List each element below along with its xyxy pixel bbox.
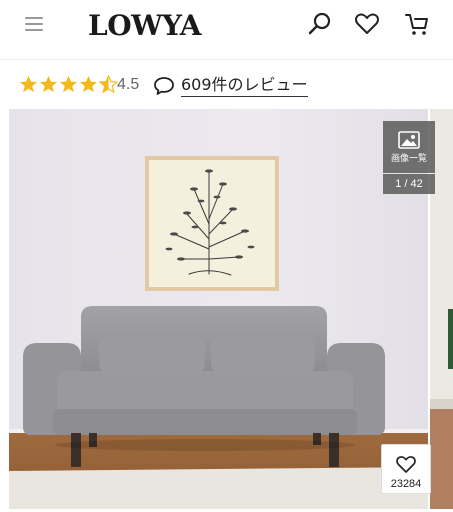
sofa-photo (9, 109, 428, 509)
star-full-icon (59, 75, 78, 93)
cart-icon[interactable] (403, 10, 431, 38)
rating-value: 4.5 (117, 76, 140, 93)
favorite-button[interactable]: 23284 (381, 444, 431, 494)
review-link[interactable]: 609件のレビュー (153, 74, 308, 97)
heart-icon (396, 456, 416, 473)
product-image[interactable] (9, 109, 428, 509)
star-rating (19, 75, 118, 95)
star-full-icon (79, 75, 98, 93)
star-full-icon (39, 75, 58, 93)
speech-bubble-icon (154, 76, 174, 95)
heart-icon[interactable] (353, 10, 381, 38)
image-counter: 1 / 42 (383, 174, 435, 194)
header-divider (0, 59, 453, 60)
favorite-count: 23284 (390, 478, 422, 490)
site-logo[interactable]: LOWYA (88, 9, 201, 43)
review-link-label[interactable]: 609件のレビュー (181, 74, 308, 97)
gallery-list-button[interactable]: 画像一覧 (383, 121, 435, 173)
star-half-icon (99, 75, 118, 94)
menu-icon[interactable] (25, 15, 45, 33)
gallery-list-label: 画像一覧 (390, 154, 427, 164)
search-icon[interactable] (306, 10, 334, 38)
site-header: LOWYA (0, 0, 453, 58)
image-icon (398, 131, 420, 149)
star-full-icon (19, 75, 38, 93)
